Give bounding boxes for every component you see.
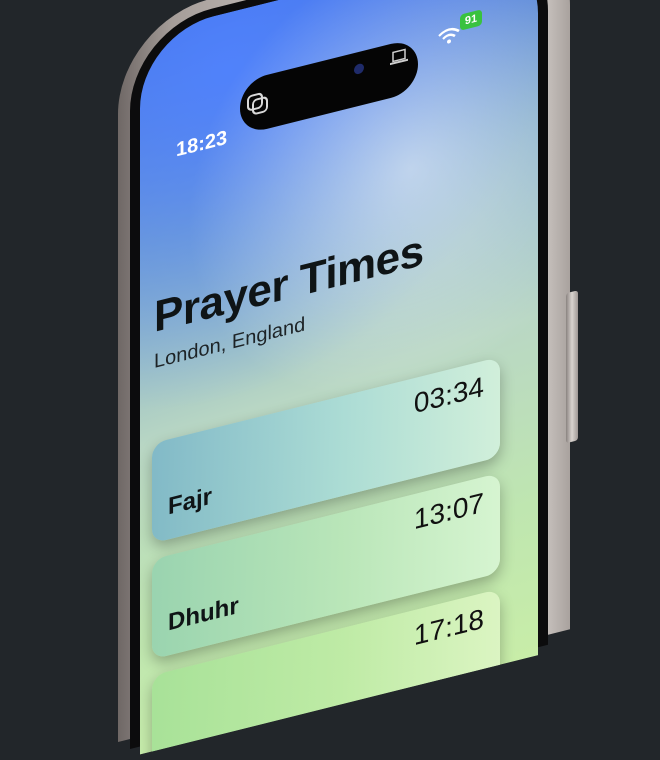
prayer-name: Fajr: [168, 482, 213, 521]
side-button: [566, 290, 578, 444]
prayer-time: 03:34: [413, 370, 484, 420]
prayer-time: 17:18: [413, 602, 484, 652]
status-time: 18:23: [176, 126, 228, 162]
wifi-icon: [438, 27, 460, 44]
prayer-name: Dhuhr: [168, 591, 239, 637]
prayer-time: 13:07: [413, 486, 484, 536]
phone-screen: 18:23 91 Prayer Times London, England 03…: [140, 0, 538, 755]
battery-indicator: 91: [460, 9, 482, 31]
battery-level: 91: [464, 12, 478, 28]
phone-device: 18:23 91 Prayer Times London, England 03…: [118, 0, 578, 755]
